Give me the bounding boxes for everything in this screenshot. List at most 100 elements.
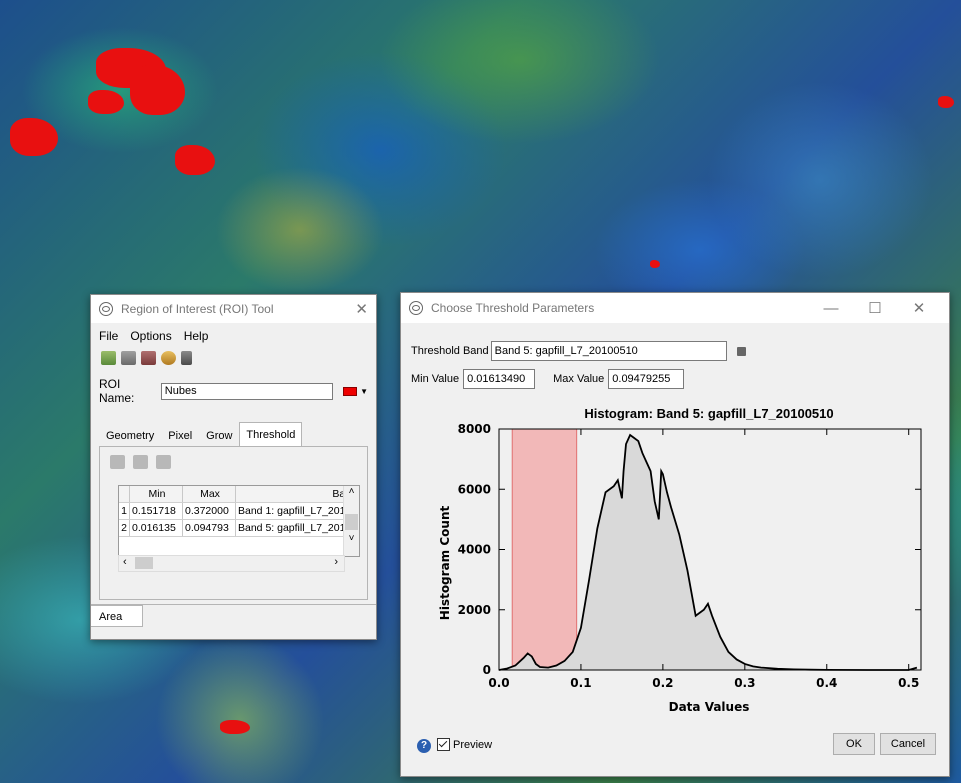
threshold-band-label: Threshold Band — [411, 345, 489, 357]
tab-grow[interactable]: Grow — [199, 425, 239, 446]
roi-name-input[interactable] — [160, 382, 334, 400]
y-tick-label: 2000 — [458, 603, 491, 617]
threshold-band-row: Threshold Band — [401, 341, 949, 361]
row-band[interactable]: Band 5: gapfill_L7_2010 — [236, 520, 359, 536]
table-row[interactable]: 2 0.016135 0.094793 Band 5: gapfill_L7_2… — [119, 520, 359, 537]
x-axis-label: Data Values — [669, 700, 750, 714]
red-mask-region — [220, 720, 250, 734]
x-tick-label: 0.3 — [734, 676, 755, 690]
min-value-label: Min Value — [411, 373, 460, 385]
roi-goto-icon[interactable] — [161, 351, 176, 365]
scrollbar-thumb[interactable] — [135, 557, 153, 569]
chart-title: Histogram: Band 5: gapfill_L7_20100510 — [584, 406, 834, 421]
threshold-dialog-title: Choose Threshold Parameters — [431, 301, 595, 315]
chevron-right-icon[interactable]: › — [334, 556, 338, 568]
preview-label: Preview — [453, 738, 493, 751]
x-tick-label: 0.4 — [816, 676, 837, 690]
max-value-label: Max Value — [553, 373, 605, 385]
roi-window-title: Region of Interest (ROI) Tool — [121, 302, 274, 316]
table-vertical-scrollbar[interactable]: ˄ ˅ — [343, 486, 359, 556]
menu-help[interactable]: Help — [184, 329, 209, 343]
roi-tabs: Geometry Pixel Grow Threshold — [99, 422, 376, 446]
roi-color-swatch[interactable] — [343, 386, 358, 396]
x-tick-label: 0.1 — [570, 676, 591, 690]
chevron-left-icon[interactable]: ‹ — [123, 556, 127, 568]
add-threshold-icon[interactable] — [110, 455, 125, 469]
roi-new-icon[interactable] — [101, 351, 116, 365]
tab-pixel[interactable]: Pixel — [161, 425, 199, 446]
cancel-button[interactable]: Cancel — [880, 733, 936, 755]
red-mask-region — [130, 65, 185, 115]
roi-menubar: File Options Help — [91, 323, 376, 347]
minimize-icon[interactable]: — — [809, 300, 853, 317]
threshold-range-band[interactable] — [511, 428, 578, 671]
min-value-input[interactable] — [463, 369, 536, 389]
y-axis-label: Histogram Count — [438, 506, 452, 621]
header-index — [119, 486, 130, 502]
row-max[interactable]: 0.094793 — [183, 520, 236, 536]
chevron-up-icon[interactable]: ˄ — [344, 486, 359, 497]
roi-name-label: ROI Name: — [99, 377, 135, 405]
roi-toolbar — [91, 347, 376, 369]
scrollbar-thumb[interactable] — [345, 514, 358, 530]
help-icon[interactable]: ? — [417, 739, 431, 753]
row-index: 1 — [119, 503, 130, 519]
row-band[interactable]: Band 1: gapfill_L7_2010 — [236, 503, 359, 519]
delete-threshold-icon[interactable] — [156, 455, 171, 469]
close-icon[interactable]: ✕ — [897, 299, 941, 317]
edit-threshold-icon[interactable] — [133, 455, 148, 469]
row-min[interactable]: 0.151718 — [130, 503, 183, 519]
histogram-chart[interactable]: 0.0 0.1 0.2 0.3 0.4 0.5 0 2000 4000 6000 8000 Data… — [401, 421, 949, 731]
roi-titlebar[interactable]: Region of Interest (ROI) Tool ✕ — [91, 295, 376, 323]
header-min: Min — [130, 486, 183, 502]
calculator-icon[interactable] — [181, 351, 192, 365]
roi-delete-all-icon[interactable] — [141, 351, 156, 365]
x-tick-label: 0.0 — [488, 676, 509, 690]
y-tick-label: 6000 — [458, 482, 491, 496]
menu-file[interactable]: File — [99, 329, 118, 343]
y-tick-label: 4000 — [458, 543, 491, 557]
table-horizontal-scrollbar[interactable]: ‹ › — [118, 555, 345, 572]
threshold-table[interactable]: Min Max Ban 1 0.151718 0.372000 Band 1: … — [118, 485, 360, 557]
chevron-down-icon[interactable]: ˅ — [344, 533, 359, 544]
threshold-titlebar[interactable]: Choose Threshold Parameters — ☐ ✕ — [401, 293, 949, 323]
select-band-icon[interactable] — [736, 346, 746, 356]
max-value-input[interactable] — [608, 369, 685, 389]
envi-app-icon — [99, 302, 113, 316]
maximize-icon[interactable]: ☐ — [853, 299, 897, 317]
roi-name-row: ROI Name: ▼ — [91, 369, 376, 411]
threshold-toolbar — [100, 447, 367, 477]
table-header-row: Min Max Ban — [119, 486, 359, 503]
close-icon[interactable]: ✕ — [355, 300, 368, 318]
header-band: Ban — [332, 488, 351, 500]
threshold-tab-panel: Min Max Ban 1 0.151718 0.372000 Band 1: … — [99, 446, 368, 600]
header-max: Max — [183, 486, 236, 502]
tab-threshold[interactable]: Threshold — [239, 422, 303, 446]
red-mask-region — [88, 90, 124, 114]
roi-tool-window[interactable]: Region of Interest (ROI) Tool ✕ File Opt… — [90, 294, 377, 640]
chevron-down-icon[interactable]: ▼ — [360, 387, 368, 396]
y-tick-label: 8000 — [458, 422, 491, 436]
checkbox-checked-icon[interactable] — [437, 738, 450, 751]
roi-delete-icon[interactable] — [121, 351, 136, 365]
threshold-dialog[interactable]: Choose Threshold Parameters — ☐ ✕ Thresh… — [400, 292, 950, 777]
menu-options[interactable]: Options — [130, 329, 171, 343]
min-max-row: Min Value Max Value — [401, 369, 949, 389]
row-min[interactable]: 0.016135 — [130, 520, 183, 536]
x-tick-label: 0.2 — [652, 676, 673, 690]
red-mask-region — [938, 96, 954, 108]
tab-geometry[interactable]: Geometry — [99, 425, 161, 446]
red-mask-region — [10, 118, 58, 156]
ok-button[interactable]: OK — [833, 733, 875, 755]
red-mask-region — [650, 260, 660, 268]
row-max[interactable]: 0.372000 — [183, 503, 236, 519]
row-index: 2 — [119, 520, 130, 536]
threshold-band-input[interactable] — [490, 341, 727, 361]
tab-area[interactable]: Area — [91, 605, 143, 627]
y-tick-label: 0 — [483, 663, 491, 677]
table-row[interactable]: 1 0.151718 0.372000 Band 1: gapfill_L7_2… — [119, 503, 359, 520]
preview-checkbox[interactable]: Preview — [437, 738, 492, 751]
x-tick-label: 0.5 — [898, 676, 919, 690]
envi-app-icon — [409, 301, 423, 315]
red-mask-region — [175, 145, 215, 175]
